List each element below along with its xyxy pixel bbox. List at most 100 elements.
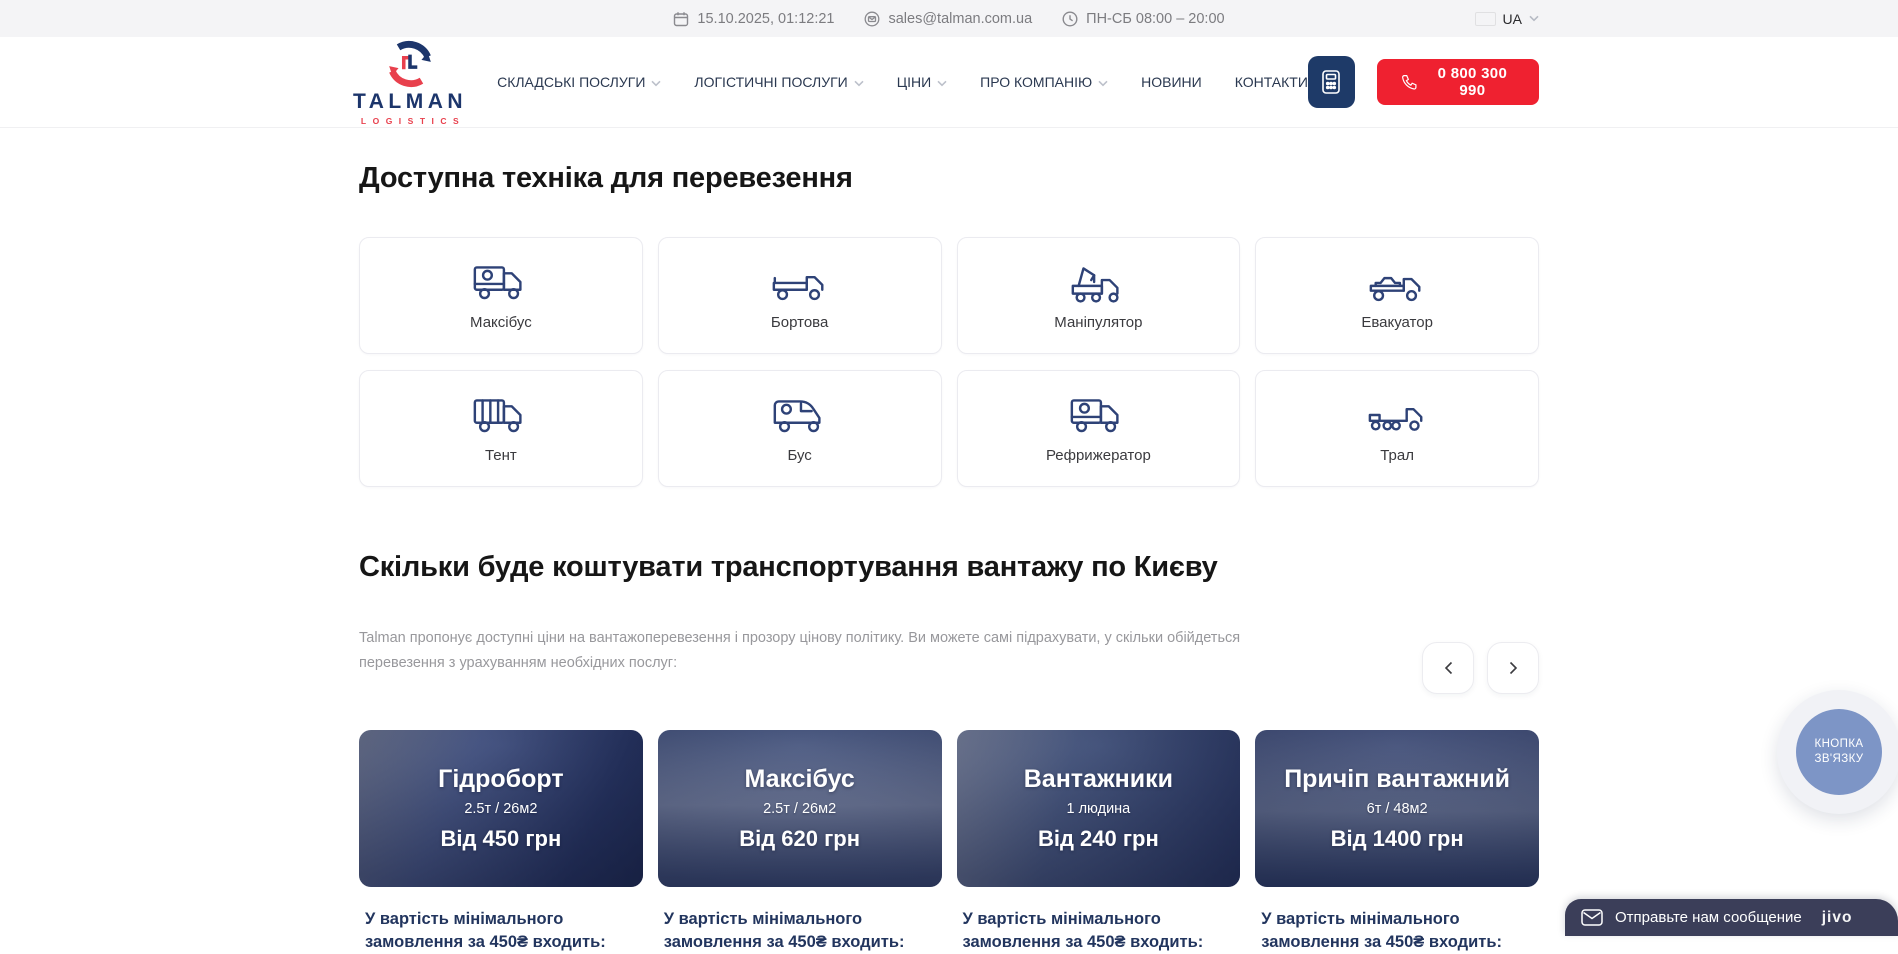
- nav-item-contacts[interactable]: КОНТАКТИ: [1235, 74, 1308, 90]
- pricing-card-spec: 6т / 48м2: [1367, 801, 1428, 817]
- carousel-arrows: [1422, 642, 1539, 694]
- pricing-card-price: Від 240 грн: [1038, 826, 1159, 852]
- vehicle-card-crane[interactable]: Маніпулятор: [957, 237, 1241, 354]
- arrow-right-icon: [1509, 661, 1518, 675]
- van-truck-icon: [769, 393, 831, 437]
- vehicles-section: Доступна техніка для перевезення Максібу…: [359, 162, 1539, 487]
- pricing-card-hydroboard[interactable]: Гідроборт 2.5т / 26м2 Від 450 грн У варт…: [359, 730, 643, 954]
- vehicle-card-refrigerator[interactable]: Рефрижератор: [957, 370, 1241, 487]
- nav-item-prices[interactable]: ЦІНИ: [897, 74, 947, 90]
- topbar-datetime: 15.10.2025, 01:12:21: [673, 11, 834, 27]
- pricing-card-name: Максібус: [744, 765, 854, 794]
- pricing-section: Скільки буде коштувати транспортування в…: [359, 551, 1539, 954]
- pricing-card-note: У вартість мінімального замовлення за 45…: [359, 887, 643, 954]
- callback-button[interactable]: КНОПКА ЗВ'ЯЗКУ: [1796, 709, 1882, 795]
- topbar-hours-text: ПН-СБ 08:00 – 20:00: [1086, 11, 1224, 27]
- topbar-email[interactable]: sales@talman.com.ua: [864, 11, 1032, 27]
- pricing-card-name: Вантажники: [1024, 765, 1173, 794]
- carousel-prev-button[interactable]: [1422, 642, 1474, 694]
- calendar-icon: [673, 11, 689, 27]
- pricing-card-photo: Вантажники 1 людина Від 240 грн: [957, 730, 1241, 887]
- pricing-card-price: Від 620 грн: [739, 826, 860, 852]
- language-code: UA: [1503, 11, 1522, 27]
- main-nav: СКЛАДСЬКІ ПОСЛУГИ ЛОГІСТИЧНІ ПОСЛУГИ ЦІН…: [497, 74, 1308, 90]
- vehicle-card-van[interactable]: Бус: [658, 370, 942, 487]
- logo-title: TALMAN: [353, 90, 467, 114]
- header-actions: 0 800 300 990: [1308, 56, 1539, 108]
- vehicle-label: Бортова: [771, 314, 828, 331]
- nav-label: СКЛАДСЬКІ ПОСЛУГИ: [497, 74, 645, 90]
- topbar-datetime-text: 15.10.2025, 01:12:21: [697, 11, 834, 27]
- chat-envelope-icon: [1581, 909, 1603, 926]
- pricing-card-maxibus[interactable]: Максібус 2.5т / 26м2 Від 620 грн У варті…: [658, 730, 942, 954]
- vehicle-label: Тент: [485, 447, 517, 464]
- pricing-card-name: Причіп вантажний: [1284, 765, 1510, 794]
- pricing-card-name: Гідроборт: [438, 765, 563, 794]
- callback-label-line2: ЗВ'ЯЗКУ: [1815, 752, 1864, 767]
- refrigerator-truck-icon: [1067, 393, 1129, 437]
- chat-widget-bar[interactable]: Отправьте нам сообщение jivo: [1565, 899, 1898, 936]
- nav-label: ЦІНИ: [897, 74, 931, 90]
- nav-label: ПРО КОМПАНІЮ: [980, 74, 1092, 90]
- callback-widget[interactable]: КНОПКА ЗВ'ЯЗКУ: [1777, 690, 1898, 814]
- vehicle-label: Маніпулятор: [1054, 314, 1142, 331]
- vehicle-label: Бус: [787, 447, 811, 464]
- phone-button[interactable]: 0 800 300 990: [1377, 59, 1539, 105]
- pricing-title: Скільки буде коштувати транспортування в…: [359, 551, 1539, 584]
- nav-item-about-company[interactable]: ПРО КОМПАНІЮ: [980, 74, 1108, 90]
- carousel-next-button[interactable]: [1487, 642, 1539, 694]
- vehicle-card-tow[interactable]: Евакуатор: [1255, 237, 1539, 354]
- logo-subtitle: LOGISTICS: [361, 116, 465, 126]
- vehicle-label: Трал: [1380, 447, 1414, 464]
- nav-item-logistics-services[interactable]: ЛОГІСТИЧНІ ПОСЛУГИ: [694, 74, 863, 90]
- chevron-down-icon: [854, 80, 864, 87]
- vehicle-card-maxibus[interactable]: Максібус: [359, 237, 643, 354]
- nav-label: ЛОГІСТИЧНІ ПОСЛУГИ: [694, 74, 847, 90]
- topbar-info-group: 15.10.2025, 01:12:21 sales@talman.com.ua…: [673, 11, 1224, 27]
- nav-label: КОНТАКТИ: [1235, 74, 1308, 90]
- chat-message-text: Отправьте нам сообщение: [1615, 909, 1802, 926]
- crane-truck-icon: [1067, 260, 1129, 304]
- nav-label: НОВИНИ: [1141, 74, 1202, 90]
- pricing-card-note: У вартість мінімального замовлення за 45…: [1255, 887, 1539, 954]
- pricing-card-cargo-trailer[interactable]: Причіп вантажний 6т / 48м2 Від 1400 грн …: [1255, 730, 1539, 954]
- pricing-card-loaders[interactable]: Вантажники 1 людина Від 240 грн У вартіс…: [957, 730, 1241, 954]
- arrow-left-icon: [1444, 661, 1453, 675]
- nav-item-news[interactable]: НОВИНИ: [1141, 74, 1202, 90]
- chevron-down-icon: [937, 80, 947, 87]
- vehicle-label: Рефрижератор: [1046, 447, 1151, 464]
- topbar: 15.10.2025, 01:12:21 sales@talman.com.ua…: [0, 0, 1898, 37]
- chevron-down-icon: [1098, 80, 1108, 87]
- vehicles-grid: Максібус Бортова Маніпулятор Евакуатор Т…: [359, 237, 1539, 487]
- pricing-card-price: Від 450 грн: [440, 826, 561, 852]
- pricing-card-spec: 2.5т / 26м2: [464, 801, 537, 817]
- pricing-card-photo: Причіп вантажний 6т / 48м2 Від 1400 грн: [1255, 730, 1539, 887]
- callback-label-line1: КНОПКА: [1815, 737, 1864, 752]
- tent-truck-icon: [470, 393, 532, 437]
- maxibus-truck-icon: [470, 260, 532, 304]
- pricing-card-note: У вартість мінімального замовлення за 45…: [957, 887, 1241, 954]
- pricing-card-photo: Гідроборт 2.5т / 26м2 Від 450 грн: [359, 730, 643, 887]
- vehicle-card-lowboy[interactable]: Трал: [1255, 370, 1539, 487]
- lowboy-truck-icon: [1366, 393, 1428, 437]
- calculator-button[interactable]: [1308, 56, 1355, 108]
- vehicles-title: Доступна техніка для перевезення: [359, 162, 1539, 195]
- jivo-logo: jivo: [1822, 909, 1853, 927]
- nav-item-warehouse-services[interactable]: СКЛАДСЬКІ ПОСЛУГИ: [497, 74, 661, 90]
- talman-logo[interactable]: TALMAN LOGISTICS: [353, 39, 467, 126]
- flag-ua-icon: [1475, 12, 1496, 26]
- flatbed-truck-icon: [769, 260, 831, 304]
- vehicle-card-flatbed[interactable]: Бортова: [658, 237, 942, 354]
- language-selector[interactable]: UA: [1475, 0, 1539, 37]
- pricing-card-spec: 2.5т / 26м2: [763, 801, 836, 817]
- vehicle-card-tent[interactable]: Тент: [359, 370, 643, 487]
- header: TALMAN LOGISTICS СКЛАДСЬКІ ПОСЛУГИ ЛОГІС…: [0, 37, 1898, 127]
- calculator-icon: [1319, 69, 1343, 95]
- vehicle-label: Евакуатор: [1361, 314, 1433, 331]
- topbar-email-text: sales@talman.com.ua: [888, 11, 1032, 27]
- talman-logo-icon: [384, 39, 436, 89]
- pricing-card-photo: Максібус 2.5т / 26м2 Від 620 грн: [658, 730, 942, 887]
- envelope-icon: [864, 11, 880, 27]
- pricing-card-spec: 1 людина: [1067, 801, 1131, 817]
- topbar-hours: ПН-СБ 08:00 – 20:00: [1062, 11, 1224, 27]
